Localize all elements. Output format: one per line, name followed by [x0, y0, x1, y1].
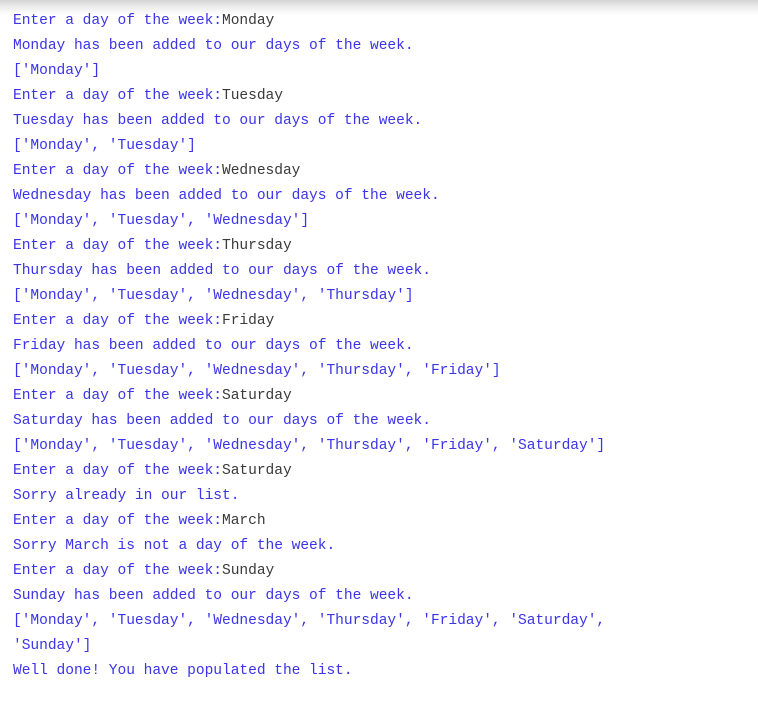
- console-output-line: 'Sunday']: [13, 634, 758, 659]
- console-prompt-line: Enter a day of the week:March: [13, 509, 758, 534]
- console-output-area[interactable]: Enter a day of the week:Monday Monday has…: [0, 0, 758, 707]
- user-input-text: Friday: [222, 313, 275, 329]
- user-input-text: Saturday: [222, 463, 292, 479]
- console-output-line: ['Monday', 'Tuesday', 'Wednesday', 'Thur…: [13, 359, 758, 384]
- prompt-text: Enter a day of the week:: [13, 238, 222, 254]
- console-output-line: Wednesday has been added to our days of …: [13, 184, 758, 209]
- console-output-line: Friday has been added to our days of the…: [13, 334, 758, 359]
- console-output-line: ['Monday', 'Tuesday', 'Wednesday', 'Thur…: [13, 284, 758, 309]
- console-output-line: Sorry already in our list.: [13, 484, 758, 509]
- user-input-text: Sunday: [222, 563, 275, 579]
- user-input-text: March: [222, 513, 266, 529]
- output-text: Well done! You have populated the list.: [13, 663, 353, 679]
- output-text: ['Monday', 'Tuesday']: [13, 138, 196, 154]
- console-prompt-line: Enter a day of the week:Friday: [13, 309, 758, 334]
- console-prompt-line: Enter a day of the week:Wednesday: [13, 159, 758, 184]
- console-output-line: ['Monday', 'Tuesday', 'Wednesday']: [13, 209, 758, 234]
- output-text: ['Monday', 'Tuesday', 'Wednesday']: [13, 213, 310, 229]
- console-prompt-line: Enter a day of the week:Thursday: [13, 234, 758, 259]
- user-input-text: Thursday: [222, 238, 292, 254]
- console-output-line: Sorry March is not a day of the week.: [13, 534, 758, 559]
- prompt-text: Enter a day of the week:: [13, 13, 222, 29]
- console-output-line: Sunday has been added to our days of the…: [13, 584, 758, 609]
- console-output-line: ['Monday']: [13, 59, 758, 84]
- console-prompt-line: Enter a day of the week:Monday: [13, 9, 758, 34]
- user-input-text: Tuesday: [222, 88, 283, 104]
- output-text: Wednesday has been added to our days of …: [13, 188, 440, 204]
- console-output-line: Saturday has been added to our days of t…: [13, 409, 758, 434]
- console-prompt-line: Enter a day of the week:Sunday: [13, 559, 758, 584]
- user-input-text: Monday: [222, 13, 275, 29]
- prompt-text: Enter a day of the week:: [13, 313, 222, 329]
- console-output-line: ['Monday', 'Tuesday', 'Wednesday', 'Thur…: [13, 434, 758, 459]
- output-text: Tuesday has been added to our days of th…: [13, 113, 423, 129]
- output-text: ['Monday', 'Tuesday', 'Wednesday', 'Thur…: [13, 363, 501, 379]
- output-text: Sorry March is not a day of the week.: [13, 538, 336, 554]
- output-text: Saturday has been added to our days of t…: [13, 413, 431, 429]
- output-text: Friday has been added to our days of the…: [13, 338, 414, 354]
- console-prompt-line: Enter a day of the week:Saturday: [13, 459, 758, 484]
- output-text: Sorry already in our list.: [13, 488, 240, 504]
- user-input-text: Saturday: [222, 388, 292, 404]
- console-output-line: Well done! You have populated the list.: [13, 659, 758, 684]
- output-text: ['Monday', 'Tuesday', 'Wednesday', 'Thur…: [13, 438, 606, 454]
- console-output-line: Monday has been added to our days of the…: [13, 34, 758, 59]
- console-output-line: Tuesday has been added to our days of th…: [13, 109, 758, 134]
- output-text: ['Monday', 'Tuesday', 'Wednesday', 'Thur…: [13, 288, 414, 304]
- console-output-line: Thursday has been added to our days of t…: [13, 259, 758, 284]
- prompt-text: Enter a day of the week:: [13, 513, 222, 529]
- prompt-text: Enter a day of the week:: [13, 88, 222, 104]
- prompt-text: Enter a day of the week:: [13, 563, 222, 579]
- output-text: Monday has been added to our days of the…: [13, 38, 414, 54]
- output-text: Sunday has been added to our days of the…: [13, 588, 414, 604]
- output-text: ['Monday', 'Tuesday', 'Wednesday', 'Thur…: [13, 613, 606, 629]
- console-prompt-line: Enter a day of the week:Saturday: [13, 384, 758, 409]
- console-output-line: ['Monday', 'Tuesday', 'Wednesday', 'Thur…: [13, 609, 758, 634]
- prompt-text: Enter a day of the week:: [13, 388, 222, 404]
- console-prompt-line: Enter a day of the week:Tuesday: [13, 84, 758, 109]
- console-output-line: ['Monday', 'Tuesday']: [13, 134, 758, 159]
- output-text: 'Sunday']: [13, 638, 92, 654]
- prompt-text: Enter a day of the week:: [13, 463, 222, 479]
- output-text: ['Monday']: [13, 63, 101, 79]
- output-text: Thursday has been added to our days of t…: [13, 263, 431, 279]
- prompt-text: Enter a day of the week:: [13, 163, 222, 179]
- user-input-text: Wednesday: [222, 163, 301, 179]
